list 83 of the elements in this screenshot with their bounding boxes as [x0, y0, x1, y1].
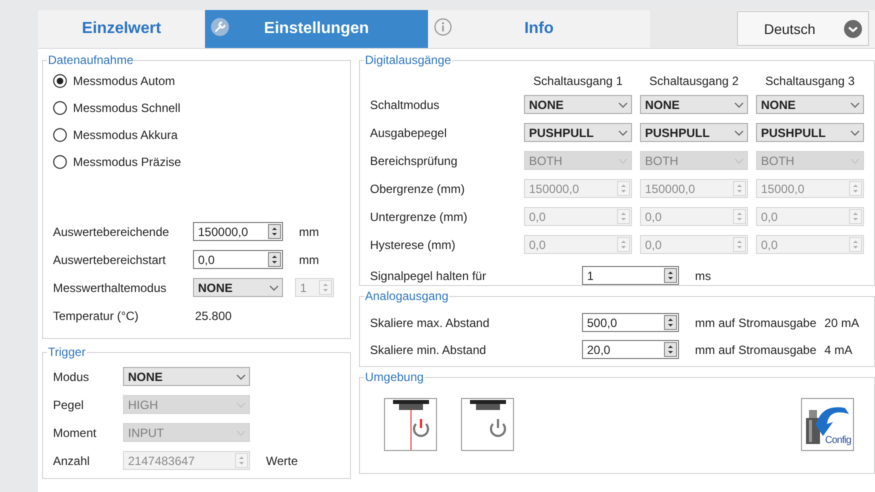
- radio-option[interactable]: Messmodus Akkura: [53, 128, 340, 142]
- spinner-icon: [617, 237, 630, 252]
- dropdown[interactable]: NONE: [640, 95, 748, 114]
- spinner-icon: [733, 209, 746, 224]
- spinner-icon: [664, 315, 677, 330]
- unit-label: mm: [299, 224, 319, 238]
- field-label: Moment: [53, 426, 98, 440]
- field-label: Skaliere min. Abstand: [370, 342, 488, 356]
- tab[interactable]: Einzelwert: [38, 10, 205, 48]
- field-label: Skaliere max. Abstand: [370, 316, 490, 330]
- dropdown[interactable]: NONE: [193, 278, 283, 297]
- chevron-icon: [734, 102, 744, 108]
- field-label: Untergrenze (mm): [370, 210, 468, 224]
- dropdown[interactable]: NONE: [524, 95, 632, 114]
- field-label: Pegel: [53, 398, 85, 412]
- unit-label: mm: [299, 252, 319, 266]
- chevron-icon: [850, 130, 860, 136]
- number-field[interactable]: 20,0: [582, 340, 679, 359]
- spinner-icon: [733, 237, 746, 252]
- language-dropdown[interactable]: Deutsch: [737, 11, 869, 46]
- wrench-icon: [211, 18, 229, 36]
- chevron-icon: [844, 20, 862, 38]
- column-header: Schaltausgang 2: [648, 74, 740, 88]
- number-field[interactable]: 150000,0: [193, 222, 283, 241]
- field-label: Auswertebereichende: [53, 224, 170, 238]
- chevron-icon: [618, 102, 628, 108]
- spinner-icon: [849, 237, 862, 252]
- dropdown[interactable]: PUSHPULL: [756, 123, 864, 142]
- info-icon: [434, 18, 452, 36]
- number-field[interactable]: 0,0: [193, 250, 283, 269]
- spinner-icon: [664, 342, 677, 357]
- current-value: 20 mA: [824, 316, 860, 330]
- number-field[interactable]: 1: [582, 266, 679, 285]
- unit-label: mm auf Stromausgabe: [695, 316, 816, 330]
- spinner-icon: [849, 209, 862, 224]
- field-label: Schaltmodus: [370, 98, 440, 112]
- field-label: Auswertebereichstart: [53, 252, 167, 266]
- config-button[interactable]: Config: [801, 398, 854, 451]
- field-label: Anzahl: [53, 454, 91, 468]
- dropdown[interactable]: PUSHPULL: [640, 123, 748, 142]
- chevron-icon: [734, 130, 744, 136]
- group-title: Trigger: [47, 345, 87, 359]
- field-label: Hysterese (mm): [370, 238, 456, 252]
- dropdown[interactable]: PUSHPULL: [524, 123, 632, 142]
- tab[interactable]: Info: [428, 10, 650, 48]
- radio-option[interactable]: Messmodus Präzise: [53, 155, 340, 169]
- field-label: Bereichsprüfung: [370, 154, 458, 168]
- tab[interactable]: Einstellungen: [205, 10, 428, 48]
- chevron-icon: [618, 130, 628, 136]
- field-label: Modus: [53, 370, 90, 384]
- column-header: Schaltausgang 3: [764, 74, 856, 88]
- chevron-icon: [850, 102, 860, 108]
- spinner-icon: [664, 268, 677, 283]
- field-label: Obergrenze (mm): [370, 182, 466, 196]
- spinner-icon: [849, 181, 862, 196]
- current-value: 4 mA: [824, 342, 852, 356]
- unit-label: Werte: [266, 454, 298, 468]
- spinner-icon: [268, 224, 281, 239]
- group-title: Datenaufnahme: [47, 53, 134, 67]
- group-title: Digitalausgänge: [364, 53, 452, 67]
- field-label: Messwerthaltemodus: [53, 280, 168, 294]
- temperature-value: 25.800: [195, 308, 232, 322]
- radio-option[interactable]: Messmodus Autom: [53, 74, 340, 88]
- dropdown[interactable]: NONE: [123, 367, 250, 386]
- number-field[interactable]: 500,0: [582, 313, 679, 332]
- unit-label: ms: [695, 268, 711, 282]
- spinner-icon: [617, 181, 630, 196]
- spinner-icon: [617, 209, 630, 224]
- spinner-icon: [319, 280, 332, 295]
- field-label: Signalpegel halten für: [370, 268, 488, 282]
- field-label: Ausgabepegel: [370, 126, 448, 140]
- column-header: Schaltausgang 1: [532, 74, 624, 88]
- group-title: Analogausgang: [364, 289, 450, 303]
- spinner-icon: [268, 252, 281, 267]
- spinner-icon: [733, 181, 746, 196]
- dropdown[interactable]: NONE: [756, 95, 864, 114]
- chevron-icon: [269, 284, 279, 290]
- unit-label: mm auf Stromausgabe: [695, 342, 816, 356]
- spinner-icon: [235, 453, 248, 468]
- chevron-icon: [236, 374, 246, 380]
- field-label: Temperatur (°C): [53, 308, 140, 322]
- radio-option[interactable]: Messmodus Schnell: [53, 101, 340, 115]
- group-title: Umgebung: [364, 370, 425, 384]
